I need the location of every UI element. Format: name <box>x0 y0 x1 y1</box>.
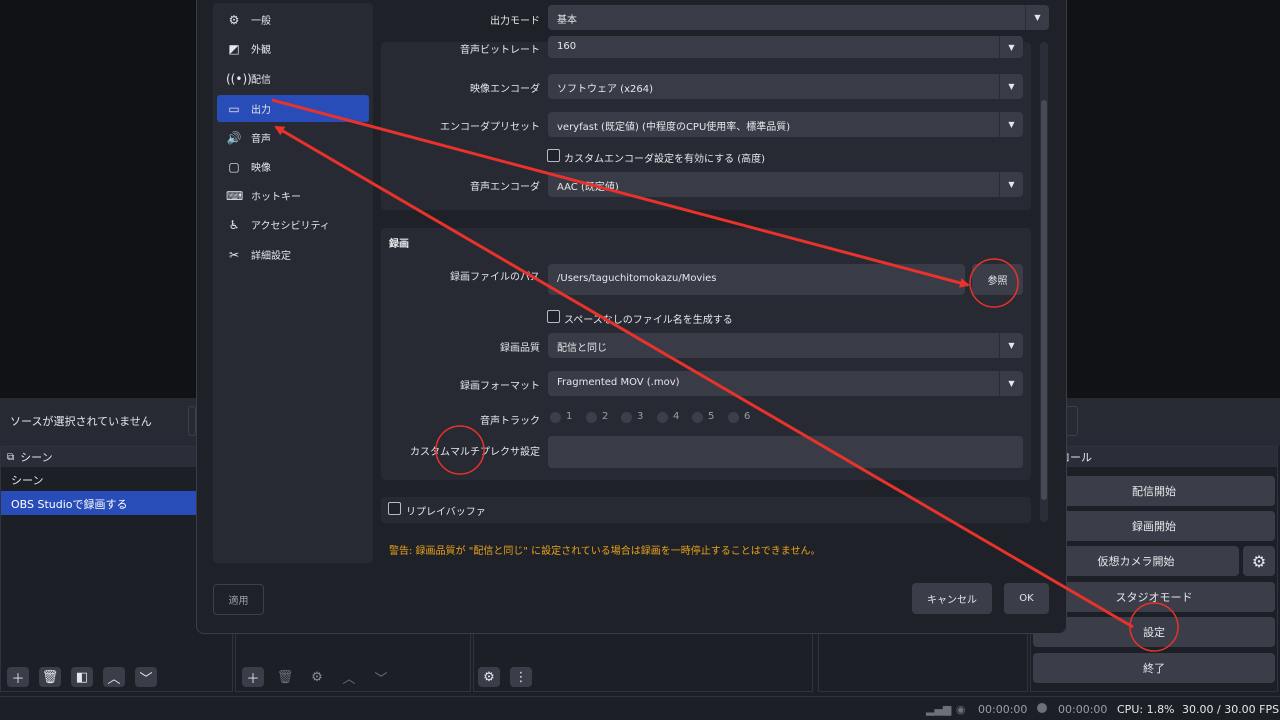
annotation-circle <box>435 425 485 475</box>
annotation-arrow <box>274 125 1134 629</box>
annotation-arrow <box>271 98 970 288</box>
annotation-circle <box>969 258 1019 308</box>
annotation-overlay <box>271 98 1179 652</box>
annotation-circle <box>1129 602 1179 652</box>
